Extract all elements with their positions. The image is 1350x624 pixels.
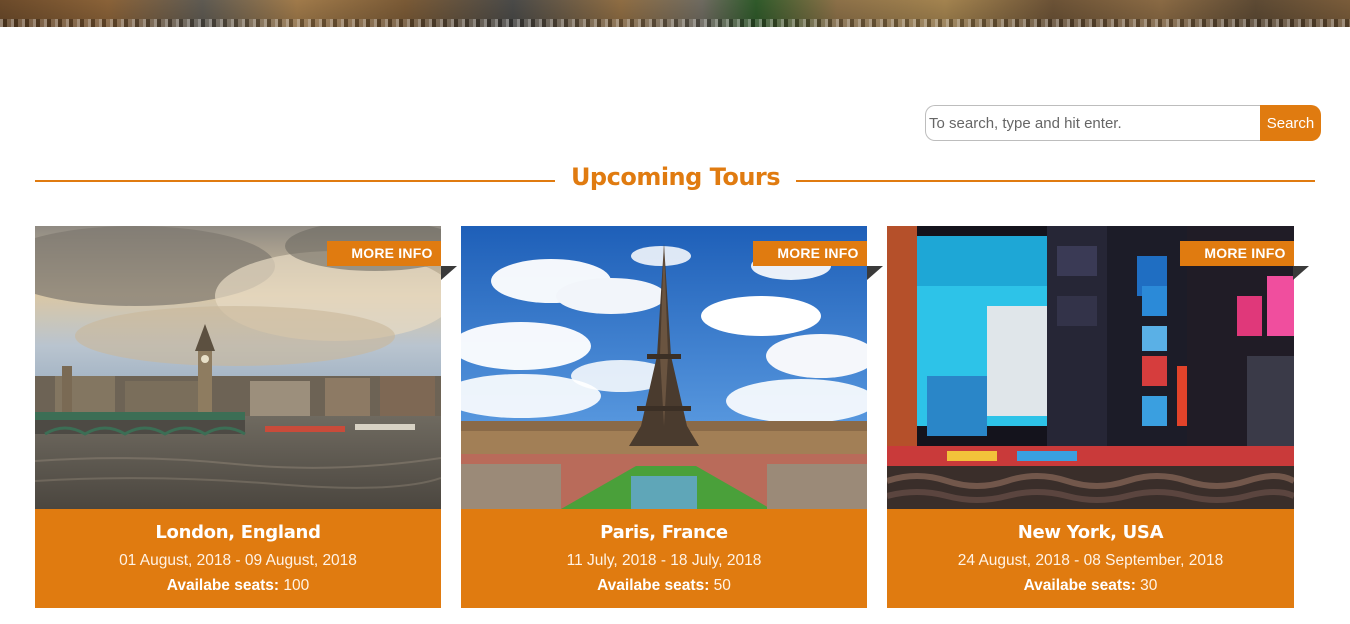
- tour-seats: Availabe seats: 100: [35, 577, 441, 595]
- section-title: Upcoming Tours: [570, 163, 781, 191]
- more-info-button[interactable]: MORE INFO: [753, 241, 867, 266]
- tour-title[interactable]: New York, USA: [887, 522, 1294, 543]
- ribbon-fold: [1293, 266, 1309, 280]
- london-image[interactable]: MORE INFO: [35, 226, 441, 509]
- more-info-button[interactable]: MORE INFO: [327, 241, 441, 266]
- search-button[interactable]: Search: [1260, 105, 1321, 141]
- tour-dates: 11 July, 2018 - 18 July, 2018: [566, 552, 762, 569]
- tour-card-new-york[interactable]: MORE INFO New York, USA 24 August, 2018 …: [887, 226, 1309, 608]
- seats-value: 100: [283, 577, 310, 594]
- new-york-image[interactable]: MORE INFO: [887, 226, 1294, 509]
- tour-title[interactable]: London, England: [35, 522, 441, 543]
- tour-card-paris[interactable]: MORE INFO Paris, France 11 July, 2018 - …: [461, 226, 883, 608]
- section-divider-left: [35, 180, 555, 182]
- search-input[interactable]: [925, 105, 1260, 141]
- tour-dates: 24 August, 2018 - 08 September, 2018: [957, 552, 1224, 569]
- seats-value: 30: [1140, 577, 1158, 594]
- tour-seats: Availabe seats: 50: [461, 577, 867, 595]
- tour-card-body: New York, USA 24 August, 2018 - 08 Septe…: [887, 509, 1294, 608]
- tour-seats: Availabe seats: 30: [887, 577, 1294, 595]
- ribbon-fold: [441, 266, 457, 280]
- paris-image[interactable]: MORE INFO: [461, 226, 867, 509]
- seats-label: Availabe seats:: [1023, 577, 1136, 594]
- section-divider-right: [796, 180, 1315, 182]
- tour-card-london[interactable]: MORE INFO London, England 01 August, 201…: [35, 226, 457, 608]
- tour-dates: 01 August, 2018 - 09 August, 2018: [119, 552, 357, 569]
- more-info-button[interactable]: MORE INFO: [1180, 241, 1294, 266]
- tour-card-body: Paris, France 11 July, 2018 - 18 July, 2…: [461, 509, 867, 608]
- tour-title[interactable]: Paris, France: [461, 522, 867, 543]
- seats-label: Availabe seats:: [166, 577, 280, 594]
- search-form: Search: [925, 105, 1321, 141]
- hero-image: [0, 0, 1350, 27]
- seats-value: 50: [713, 577, 731, 594]
- seats-label: Availabe seats:: [597, 577, 710, 594]
- tour-card-body: London, England 01 August, 2018 - 09 Aug…: [35, 509, 441, 608]
- ribbon-fold: [867, 266, 883, 280]
